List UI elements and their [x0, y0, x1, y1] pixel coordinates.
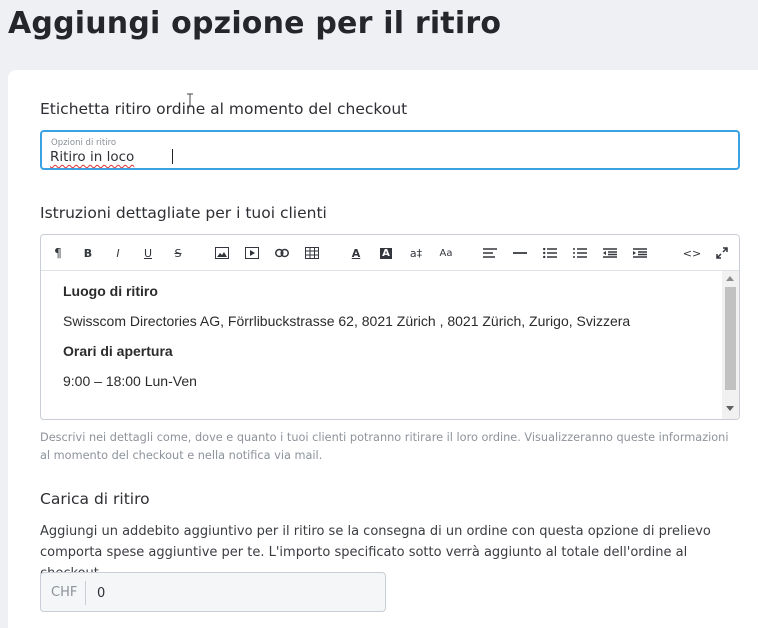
editor-content[interactable]: Luogo di ritiro Swisscom Directories AG,… — [63, 283, 723, 403]
pickup-charge-field[interactable]: CHF — [40, 572, 386, 612]
scroll-up-arrow-icon[interactable] — [726, 276, 734, 281]
bold-icon[interactable]: B — [78, 244, 98, 262]
horizontal-line-icon[interactable] — [510, 244, 530, 262]
font-size-glyph: a‡ — [409, 246, 423, 260]
page-title: Aggiungi opzione per il ritiro — [8, 6, 502, 41]
text-case-glyph: Aa — [439, 247, 453, 259]
video-icon[interactable] — [242, 244, 262, 262]
pickup-label-section-title: Etichetta ritiro ordine al momento del c… — [40, 100, 408, 118]
bullet-list-icon[interactable] — [540, 244, 560, 262]
image-icon[interactable] — [212, 244, 232, 262]
code-view-glyph: <> — [682, 246, 702, 260]
background-color-glyph: A — [380, 247, 392, 259]
strikethrough-icon[interactable]: S — [168, 244, 188, 262]
italic-glyph: I — [116, 246, 120, 260]
instructions-hint: Descrivi nei dettagli come, dove e quant… — [40, 431, 729, 462]
currency-prefix: CHF — [51, 585, 78, 600]
pickup-charge-input[interactable] — [97, 580, 367, 606]
editor-toolbar: ¶ B I U S A A a‡ Aa <> — [41, 235, 739, 271]
text-case-icon[interactable]: Aa — [436, 244, 456, 262]
opening-hours: 9:00 – 18:00 Lun-Ven — [63, 373, 197, 389]
numbered-list-icon[interactable] — [570, 244, 590, 262]
underline-icon[interactable]: U — [138, 244, 158, 262]
scroll-thumb[interactable] — [725, 287, 736, 390]
text-color-glyph: A — [351, 246, 361, 260]
paragraph-glyph: ¶ — [54, 246, 62, 260]
text-cursor-icon — [187, 93, 193, 107]
code-view-icon[interactable]: <> — [682, 244, 702, 262]
pickup-option-value: Ritiro in loco — [50, 149, 135, 165]
background-color-icon[interactable]: A — [376, 244, 396, 262]
pickup-option-input[interactable]: Ritiro in loco — [50, 149, 134, 165]
strikethrough-glyph: S — [174, 246, 182, 260]
outdent-icon[interactable] — [600, 244, 620, 262]
text-caret — [172, 149, 173, 164]
scroll-down-arrow-icon[interactable] — [726, 406, 734, 411]
opening-hours-heading: Orari di apertura — [63, 343, 173, 359]
location-heading: Luogo di ritiro — [63, 283, 158, 299]
italic-icon[interactable]: I — [108, 244, 128, 262]
bold-glyph: B — [83, 246, 93, 260]
indent-icon[interactable] — [630, 244, 650, 262]
pickup-address: Swisscom Directories AG, Förrlibuckstras… — [63, 313, 631, 329]
text-color-icon[interactable]: A — [346, 244, 366, 262]
pickup-option-field-label: Opzioni di ritiro — [51, 138, 117, 148]
font-size-icon[interactable]: a‡ — [406, 244, 426, 262]
align-icon[interactable] — [480, 244, 500, 262]
pickup-charge-section-title: Carica di ritiro — [40, 490, 150, 508]
currency-divider — [85, 581, 86, 605]
rich-text-editor[interactable]: ¶ B I U S A A a‡ Aa <> Luogo di ritiro S… — [40, 234, 740, 420]
underline-glyph: U — [143, 246, 153, 260]
instructions-section-title: Istruzioni dettagliate per i tuoi client… — [40, 204, 327, 222]
editor-scrollbar[interactable] — [722, 271, 739, 419]
link-icon[interactable] — [272, 244, 292, 262]
table-icon[interactable] — [302, 244, 322, 262]
pickup-option-field[interactable]: Opzioni di ritiro Ritiro in loco — [40, 130, 740, 170]
fullscreen-icon[interactable] — [712, 244, 732, 262]
paragraph-icon[interactable]: ¶ — [48, 244, 68, 262]
